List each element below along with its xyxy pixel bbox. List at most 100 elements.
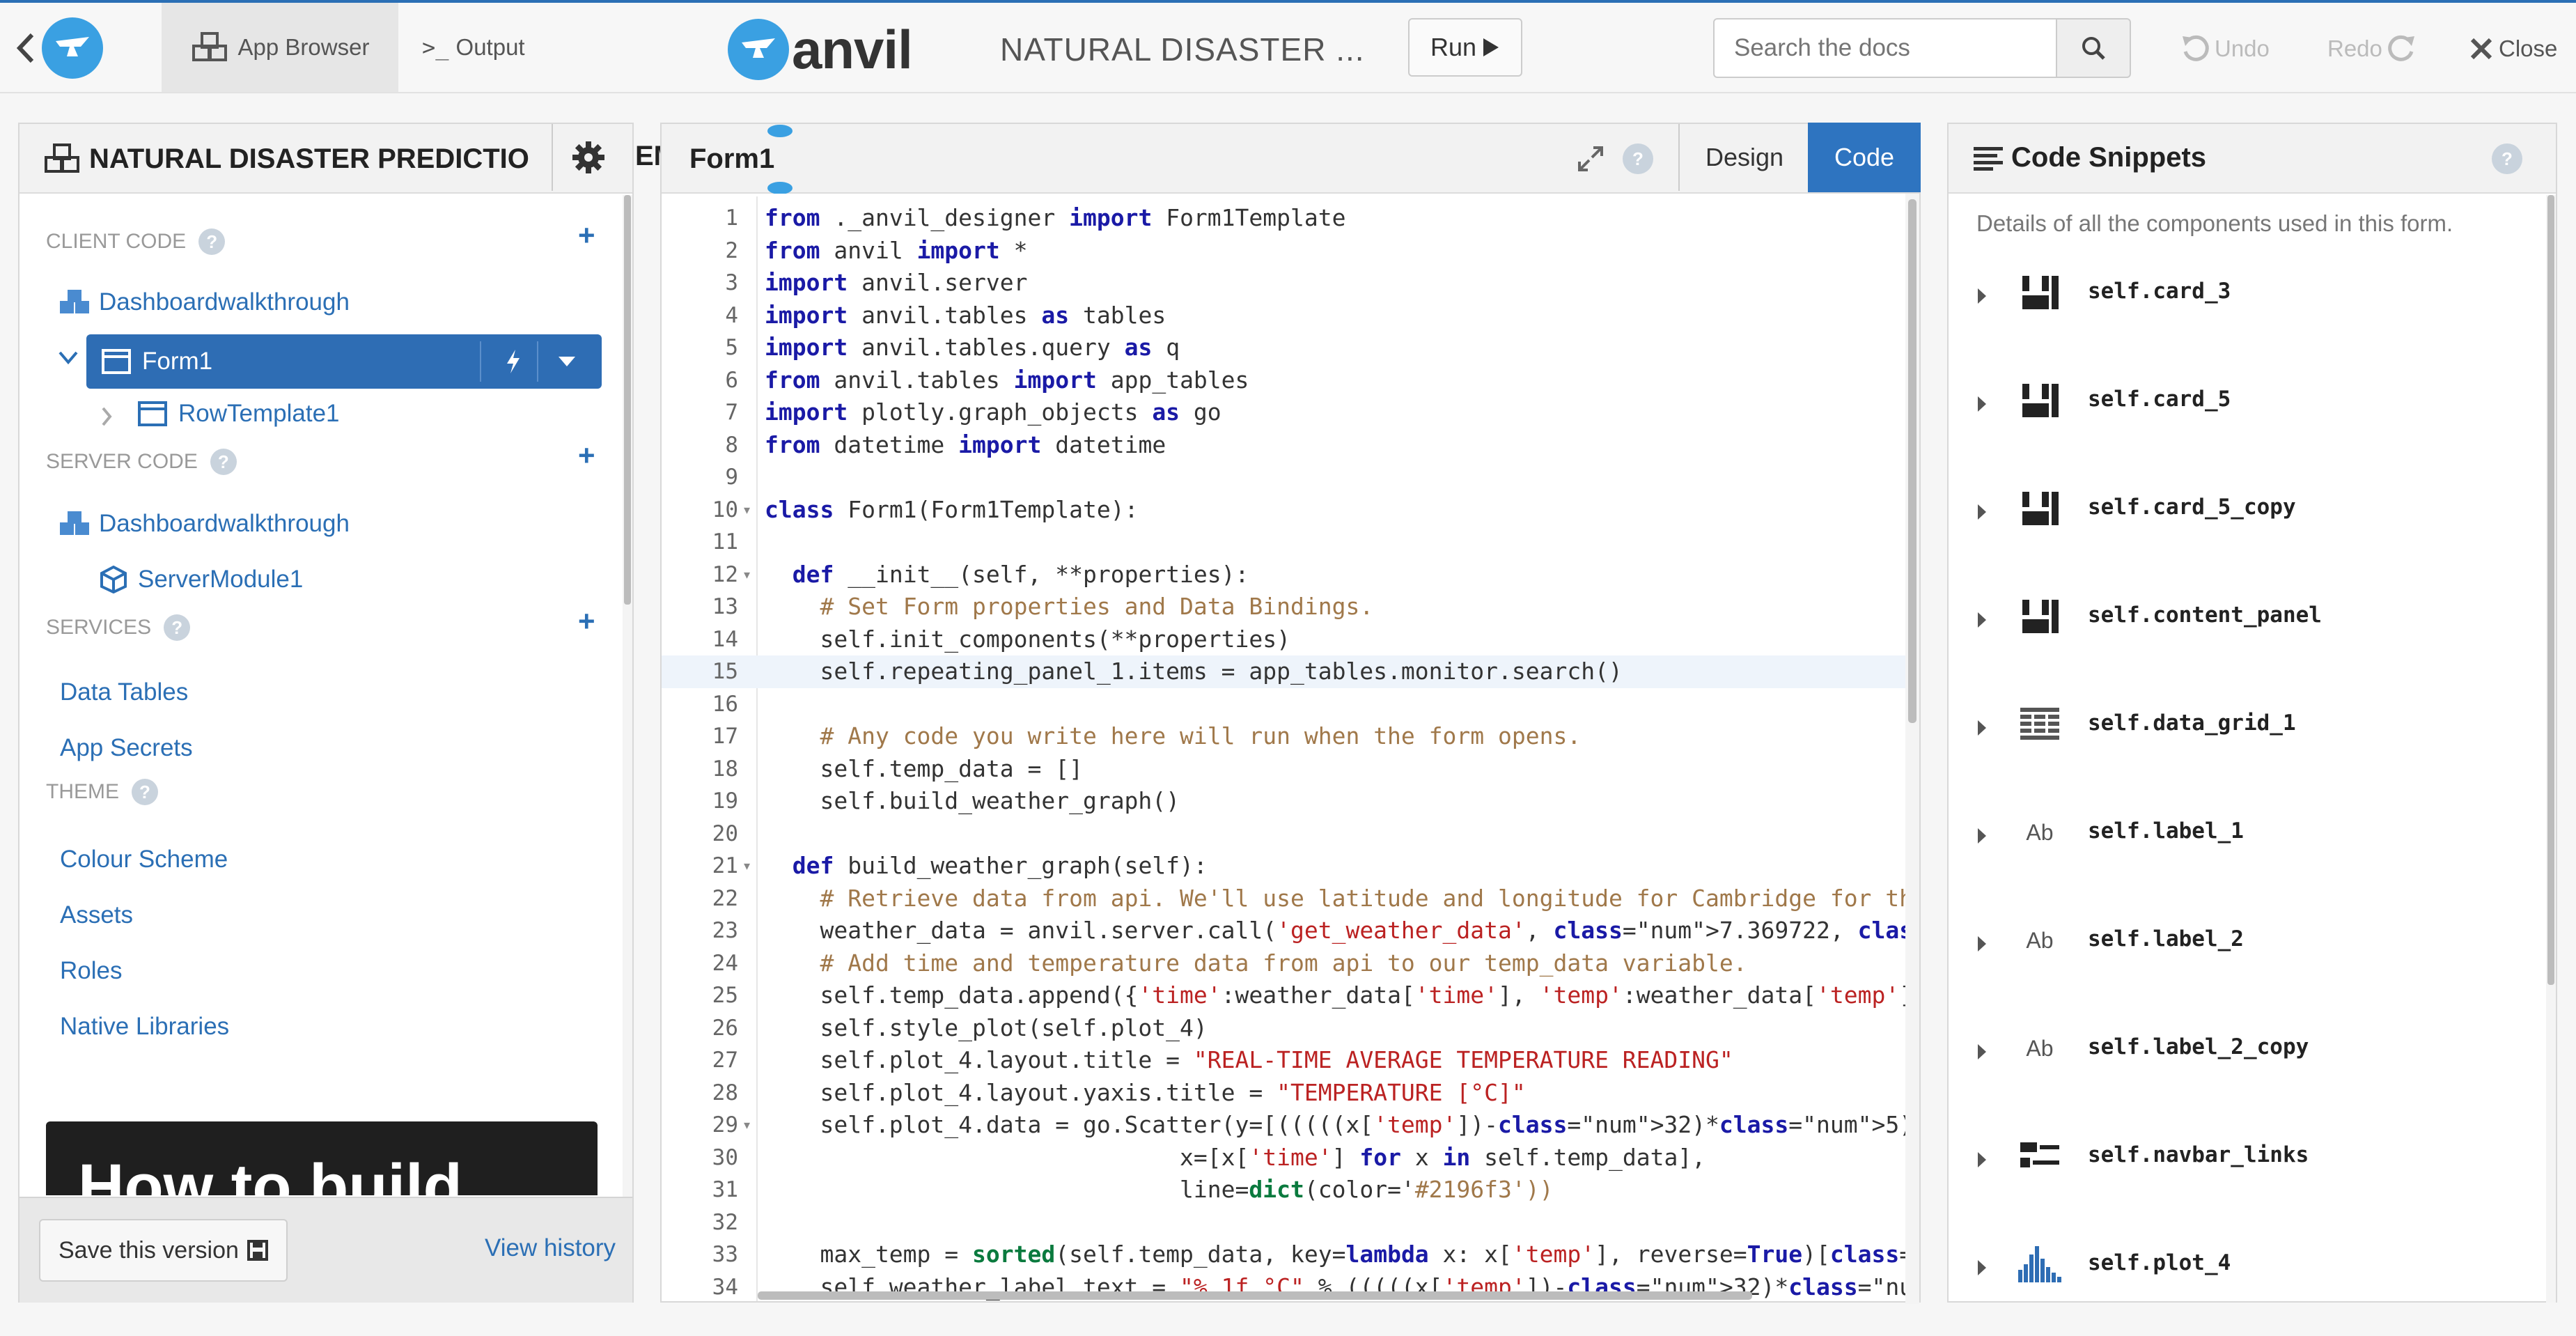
- view-history-link[interactable]: View history: [485, 1234, 616, 1262]
- docs-search-input[interactable]: [1713, 18, 2057, 78]
- redo-button[interactable]: Redo: [2327, 28, 2417, 70]
- service-item-data-tables[interactable]: Data Tables: [60, 678, 188, 706]
- add-client-module-button[interactable]: +: [578, 219, 595, 252]
- code-line[interactable]: 21 ▾ def build_weather_graph(self):: [662, 850, 1905, 883]
- code-line[interactable]: 11: [662, 526, 1905, 559]
- undo-button[interactable]: Undo: [2180, 28, 2270, 70]
- expand-caret-icon[interactable]: [1978, 612, 1986, 628]
- help-icon[interactable]: ?: [2492, 143, 2522, 174]
- app-settings-button[interactable]: [552, 124, 624, 191]
- tab-output[interactable]: >_ Output: [422, 3, 525, 92]
- theme-item-native-libraries[interactable]: Native Libraries: [60, 1013, 229, 1041]
- snippet-item[interactable]: self.card_3: [1949, 256, 2547, 364]
- fold-icon[interactable]: ▾: [744, 1109, 750, 1142]
- snippet-item[interactable]: Ab self.label_1: [1949, 796, 2547, 904]
- code-line[interactable]: 3 import anvil.server: [662, 267, 1905, 300]
- code-area[interactable]: 1 from ._anvil_designer import Form1Templ…: [662, 196, 1905, 1301]
- tab-design[interactable]: Design: [1678, 124, 1809, 191]
- expand-caret-icon[interactable]: [1978, 504, 1986, 520]
- split-handle[interactable]: [766, 124, 794, 194]
- client-item-dashboardwalkthrough[interactable]: Dashboardwalkthrough: [58, 288, 350, 316]
- code-line[interactable]: 27 self.plot_4.layout.title = "REAL-TIME…: [662, 1044, 1905, 1077]
- client-item-rowtemplate1[interactable]: RowTemplate1: [138, 400, 340, 428]
- snippet-item[interactable]: self.content_panel: [1949, 580, 2547, 688]
- code-line[interactable]: 2 from anvil import *: [662, 235, 1905, 267]
- code-line[interactable]: 14 self.init_components(**properties): [662, 623, 1905, 656]
- code-line[interactable]: 33 max_temp = sorted(self.temp_data, key…: [662, 1238, 1905, 1271]
- code-line[interactable]: 31 line=dict(color='#2196f3')): [662, 1174, 1905, 1206]
- theme-item-roles[interactable]: Roles: [60, 957, 122, 985]
- expand-caret-icon[interactable]: [1978, 1152, 1986, 1167]
- help-icon[interactable]: ?: [132, 779, 158, 805]
- close-button[interactable]: Close: [2469, 28, 2557, 70]
- code-line[interactable]: 4 import anvil.tables as tables: [662, 300, 1905, 332]
- code-line[interactable]: 13 # Set Form properties and Data Bindin…: [662, 591, 1905, 623]
- code-line[interactable]: 20: [662, 818, 1905, 850]
- save-version-button[interactable]: Save this version: [39, 1219, 288, 1282]
- snippet-item[interactable]: self.data_grid_1: [1949, 688, 2547, 796]
- code-line[interactable]: 5 import anvil.tables.query as q: [662, 332, 1905, 364]
- code-line[interactable]: 26 self.style_plot(self.plot_4): [662, 1012, 1905, 1045]
- code-line[interactable]: 24 # Add time and temperature data from …: [662, 947, 1905, 980]
- code-line[interactable]: 6 from anvil.tables import app_tables: [662, 364, 1905, 397]
- code-line[interactable]: 17 # Any code you write here will run wh…: [662, 720, 1905, 753]
- theme-item-colour-scheme[interactable]: Colour Scheme: [60, 846, 228, 873]
- expand-caret-icon[interactable]: [1978, 1044, 1986, 1059]
- editor-scrollbar-thumb[interactable]: [1908, 199, 1917, 723]
- expand-icon[interactable]: [1577, 145, 1605, 173]
- add-server-module-button[interactable]: +: [578, 439, 595, 472]
- server-item-servermodule1[interactable]: ServerModule1: [100, 566, 303, 593]
- code-line[interactable]: 12 ▾ def __init__(self, **properties):: [662, 559, 1905, 591]
- expand-caret-icon[interactable]: [1978, 936, 1986, 951]
- code-line[interactable]: 28 self.plot_4.layout.yaxis.title = "TEM…: [662, 1077, 1905, 1110]
- code-line[interactable]: 29 ▾ self.plot_4.data = go.Scatter(y=[(((…: [662, 1109, 1905, 1142]
- code-line[interactable]: 16: [662, 688, 1905, 721]
- code-line[interactable]: 23 weather_data = anvil.server.call('get…: [662, 915, 1905, 947]
- fold-icon[interactable]: ▾: [744, 850, 750, 883]
- service-item-app-secrets[interactable]: App Secrets: [60, 734, 193, 762]
- expand-caret-icon[interactable]: [1978, 720, 1986, 736]
- code-line[interactable]: 8 from datetime import datetime: [662, 429, 1905, 462]
- chevron-right-icon[interactable]: [100, 407, 113, 426]
- code-line[interactable]: 22 # Retrieve data from api. We'll use l…: [662, 883, 1905, 915]
- expand-caret-icon[interactable]: [1978, 396, 1986, 412]
- code-line[interactable]: 32: [662, 1206, 1905, 1239]
- code-line[interactable]: 7 import plotly.graph_objects as go: [662, 396, 1905, 429]
- code-line[interactable]: 9: [662, 461, 1905, 494]
- sidebar-scrollbar-thumb[interactable]: [624, 195, 631, 605]
- code-line[interactable]: 30 x=[x['time'] for x in self.temp_data]…: [662, 1142, 1905, 1174]
- fold-icon[interactable]: ▾: [744, 559, 750, 591]
- server-item-dashboardwalkthrough[interactable]: Dashboardwalkthrough: [58, 510, 350, 538]
- tutorial-promo-card[interactable]: How to build: [46, 1121, 598, 1195]
- run-button[interactable]: Run: [1408, 18, 1522, 77]
- lightning-icon[interactable]: [504, 348, 522, 375]
- theme-item-assets[interactable]: Assets: [60, 901, 133, 929]
- client-item-form1[interactable]: Form1: [86, 334, 602, 389]
- code-line[interactable]: 18 self.temp_data = []: [662, 753, 1905, 786]
- help-icon[interactable]: ?: [1623, 143, 1653, 174]
- snippet-item[interactable]: Ab self.label_2: [1949, 904, 2547, 1012]
- chevron-down-icon[interactable]: [58, 351, 78, 365]
- snippet-item[interactable]: self.card_5: [1949, 364, 2547, 472]
- expand-caret-icon[interactable]: [1978, 1260, 1986, 1275]
- help-icon[interactable]: ?: [164, 614, 191, 641]
- docs-search-field[interactable]: [1715, 20, 2056, 77]
- add-service-button[interactable]: +: [578, 605, 595, 638]
- tab-app-browser[interactable]: App Browser: [162, 3, 398, 92]
- snippet-item[interactable]: Ab self.label_2_copy: [1949, 1012, 2547, 1120]
- code-line[interactable]: 15 self.repeating_panel_1.items = app_ta…: [662, 655, 1905, 688]
- snippet-item[interactable]: self.card_5_copy: [1949, 472, 2547, 580]
- help-icon[interactable]: ?: [210, 449, 237, 475]
- fold-icon[interactable]: ▾: [744, 494, 750, 527]
- caret-down-icon[interactable]: [557, 355, 577, 368]
- expand-caret-icon[interactable]: [1978, 288, 1986, 304]
- editor-horizontal-scrollbar[interactable]: [758, 1291, 1752, 1300]
- back-button[interactable]: [15, 17, 103, 79]
- code-line[interactable]: 25 self.temp_data.append({'time':weather…: [662, 979, 1905, 1012]
- code-line[interactable]: 19 self.build_weather_graph(): [662, 785, 1905, 818]
- snippet-item[interactable]: self.plot_4: [1949, 1228, 2547, 1336]
- snippet-item[interactable]: self.navbar_links: [1949, 1120, 2547, 1228]
- snippets-scrollbar-thumb[interactable]: [2547, 195, 2554, 985]
- tab-code[interactable]: Code: [1808, 123, 1921, 192]
- docs-search-button[interactable]: [2056, 18, 2131, 78]
